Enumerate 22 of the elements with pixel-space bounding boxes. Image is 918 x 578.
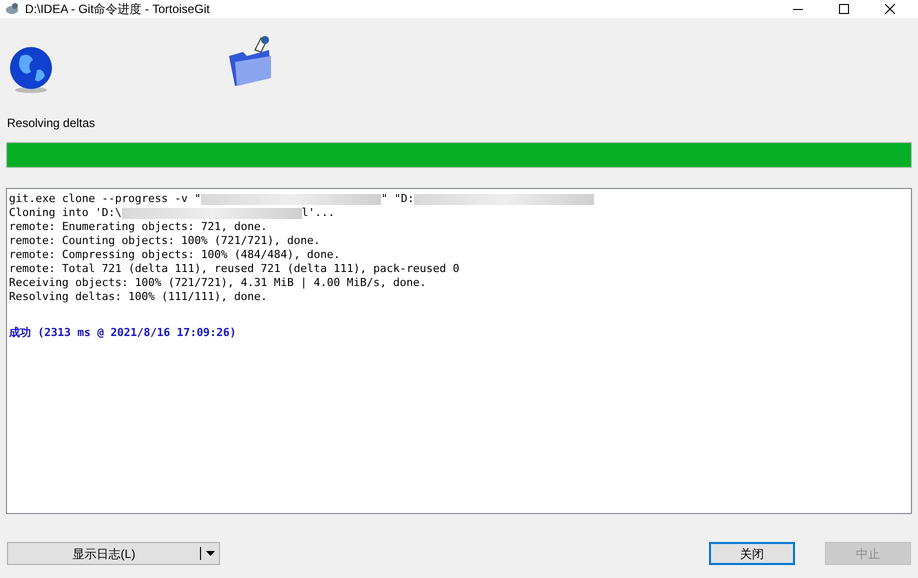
- log-line: remote: Enumerating objects: 721, done.: [9, 220, 268, 234]
- show-log-split-button[interactable]: 显示日志(L): [7, 542, 220, 565]
- log-line: Receiving objects: 100% (721/721), 4.31 MiB | 4.00 MiB/s, done.: [9, 276, 426, 290]
- status-text: Resolving deltas: [6, 116, 96, 132]
- minimize-icon: [793, 8, 803, 10]
- caret-icon: [206, 551, 214, 556]
- log-line: Cloning into 'D:\: [9, 206, 122, 220]
- maximize-icon: [839, 4, 849, 14]
- window-title: D:\IDEA - Git命令进度 - TortoiseGit: [25, 1, 211, 18]
- close-icon: [885, 4, 895, 14]
- log-line: Resolving deltas: 100% (111/111), done.: [9, 290, 268, 304]
- log-line: " "D:: [381, 192, 414, 206]
- show-log-button[interactable]: 显示日志(L): [8, 543, 200, 564]
- log-line: remote: Compressing objects: 100% (484/484), done.: [9, 248, 340, 262]
- globe-icon: [7, 46, 55, 94]
- log-line: remote: Total 721 (delta 111), reused 721 (delta 111), pack-reused 0: [9, 262, 460, 276]
- log-line: remote: Counting objects: 100% (721/721), done.: [9, 234, 320, 248]
- close-dialog-button[interactable]: 关闭: [709, 542, 795, 565]
- log-line: l'...: [302, 206, 335, 220]
- app-icon: [5, 2, 19, 16]
- log-line: git.exe clone --progress -v ": [9, 192, 202, 206]
- log-line: 成功 (2313 ms @ 2021/8/16 17:09:26): [9, 326, 236, 340]
